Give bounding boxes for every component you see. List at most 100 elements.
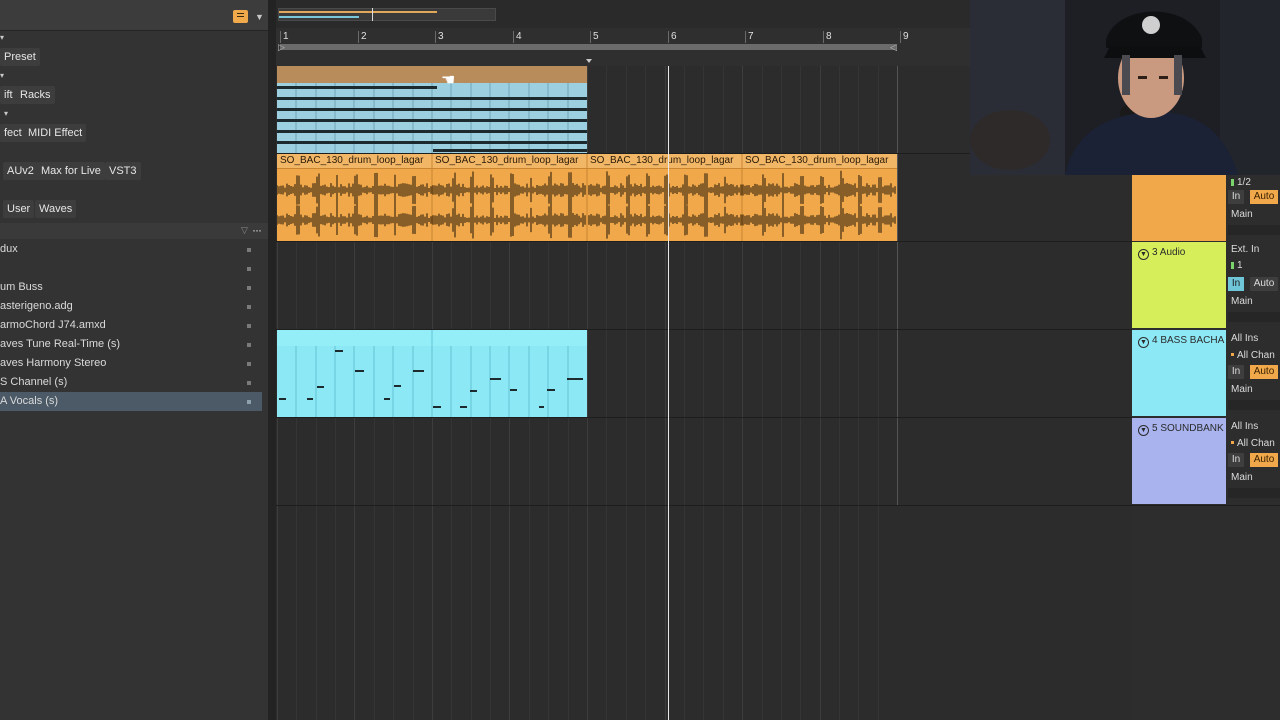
webcam-overlay xyxy=(970,0,1280,175)
input-channel-select[interactable]: All Chan xyxy=(1228,348,1280,363)
hotswap-dot-icon xyxy=(247,362,251,366)
tag-auv2[interactable]: AUv2 xyxy=(3,162,38,180)
bar-number: 3 xyxy=(438,31,444,42)
monitor-auto-button[interactable]: Auto xyxy=(1250,277,1278,291)
overview-playhead xyxy=(372,8,373,21)
insert-marker-icon xyxy=(586,59,592,63)
input-channel-select[interactable]: All Chan xyxy=(1228,436,1280,451)
track-name: ▼ 5 SOUNDBANK xyxy=(1138,423,1224,436)
track-header-4[interactable]: ▼ 4 BASS BACHA xyxy=(1132,330,1226,416)
audio-clip-drum-loop[interactable]: SO_BAC_130_drum_loop_lagar SO_BAC_130_dr… xyxy=(277,154,897,241)
tag-audio-effect-partial[interactable]: fect xyxy=(0,124,26,142)
meter-icon xyxy=(1231,353,1234,356)
tag-racks[interactable]: Racks xyxy=(16,86,55,104)
list-item[interactable]: armoChord J74.amxd xyxy=(0,316,262,335)
monitor-in-button[interactable]: In xyxy=(1228,190,1244,204)
tag-user[interactable]: User xyxy=(3,200,35,218)
chevron-down-icon[interactable]: ▼ xyxy=(255,12,264,22)
tag-instrument-partial[interactable]: ift xyxy=(0,86,17,104)
bar-number: 1 xyxy=(283,31,289,42)
hotswap-dot-icon xyxy=(247,248,251,252)
list-item[interactable]: dux xyxy=(0,240,262,259)
monitor-in-button[interactable]: In xyxy=(1228,365,1244,379)
arrangement-overview[interactable] xyxy=(276,0,970,28)
expand-arrow-icon[interactable]: ▾ xyxy=(0,71,4,80)
output-select[interactable]: Main xyxy=(1228,470,1280,485)
list-item[interactable]: aves Harmony Stereo xyxy=(0,354,262,373)
tag-max-for-live[interactable]: Max for Live xyxy=(37,162,105,180)
browser-panel: ▼ ▾ Preset ▾ ift Racks ▾ fect MIDI Effec… xyxy=(0,0,268,720)
tag-vst3[interactable]: VST3 xyxy=(105,162,141,180)
playhead xyxy=(668,66,669,720)
loop-end-icon[interactable]: ◁ xyxy=(890,42,897,53)
track-lane-3[interactable] xyxy=(276,242,1132,330)
monitor-auto-button[interactable]: Auto xyxy=(1250,365,1278,379)
loop-brace[interactable] xyxy=(280,44,896,50)
clip-notes xyxy=(279,330,583,417)
more-options-icon[interactable]: ··· xyxy=(252,223,262,237)
output-sub-select[interactable] xyxy=(1228,225,1280,235)
bar-number: 2 xyxy=(361,31,367,42)
input-type-select[interactable]: Ext. In xyxy=(1228,242,1280,257)
bar-tick xyxy=(668,31,669,43)
sort-icon[interactable]: ▽ xyxy=(241,225,248,236)
overview-clip-strip xyxy=(279,11,437,13)
input-type-select[interactable]: All Ins xyxy=(1228,419,1280,434)
monitor-in-button[interactable]: In xyxy=(1228,277,1244,291)
list-item[interactable]: asterigeno.adg xyxy=(0,297,262,316)
track-header-2[interactable] xyxy=(1132,175,1226,241)
panel-divider[interactable] xyxy=(268,0,276,720)
output-sub-select[interactable] xyxy=(1228,400,1280,410)
fold-toggle-icon[interactable]: ▼ xyxy=(1138,249,1149,260)
bar-tick xyxy=(435,31,436,43)
track-header-3[interactable]: ▼ 3 Audio xyxy=(1132,242,1226,328)
input-channel-select[interactable]: 1/2 xyxy=(1228,175,1280,190)
input-type-select[interactable]: All Ins xyxy=(1228,331,1280,346)
monitor-auto-button[interactable]: Auto xyxy=(1250,190,1278,204)
list-item[interactable]: aves Tune Real-Time (s) xyxy=(0,335,262,354)
loop-start-icon[interactable]: ▷ xyxy=(278,42,285,53)
clip-notes xyxy=(277,83,587,153)
bar-number: 8 xyxy=(826,31,832,42)
bar-number: 4 xyxy=(516,31,522,42)
hotswap-dot-icon xyxy=(247,381,251,385)
monitor-in-button[interactable]: In xyxy=(1228,453,1244,467)
output-select[interactable]: Main xyxy=(1228,294,1280,309)
input-channel-select[interactable]: 1 xyxy=(1228,260,1280,272)
midi-clip-bass[interactable] xyxy=(277,330,587,417)
hotswap-dot-icon xyxy=(247,343,251,347)
tag-preset[interactable]: Preset xyxy=(0,48,40,66)
browser-toolbar: ▼ xyxy=(0,0,268,31)
expand-arrow-icon[interactable]: ▾ xyxy=(4,109,8,118)
output-select[interactable]: Main xyxy=(1228,382,1280,397)
list-item[interactable]: um Buss xyxy=(0,278,262,297)
list-item[interactable]: S Channel (s) xyxy=(0,373,262,392)
overview-zoom-region[interactable] xyxy=(278,8,496,21)
meter-icon xyxy=(1231,179,1234,186)
tag-midi-effect[interactable]: MIDI Effect xyxy=(24,124,87,142)
output-sub-select[interactable] xyxy=(1228,488,1280,498)
fold-toggle-icon[interactable]: ▼ xyxy=(1138,425,1149,436)
bar-number: 9 xyxy=(903,31,909,42)
tag-waves[interactable]: Waves xyxy=(35,200,77,218)
filter-icon[interactable] xyxy=(233,10,248,23)
bar-number: 7 xyxy=(748,31,754,42)
list-item[interactable] xyxy=(0,259,262,278)
monitor-auto-button[interactable]: Auto xyxy=(1250,453,1278,467)
bar-tick xyxy=(745,31,746,43)
fold-toggle-icon[interactable]: ▼ xyxy=(1138,337,1149,348)
track-header-5[interactable]: ▼ 5 SOUNDBANK xyxy=(1132,418,1226,504)
track-separator xyxy=(1132,505,1280,506)
expand-arrow-icon[interactable]: ▾ xyxy=(0,33,4,42)
track-name: ▼ 3 Audio xyxy=(1138,247,1185,260)
output-sub-select[interactable] xyxy=(1228,312,1280,322)
midi-clip-track-1[interactable] xyxy=(277,66,587,153)
list-item-selected[interactable]: A Vocals (s) xyxy=(0,392,262,411)
output-select[interactable]: Main xyxy=(1228,207,1280,222)
hand-cursor-icon: ☚ xyxy=(441,72,456,89)
clip-waveform xyxy=(277,154,896,241)
browser-list-header: ▽ ··· xyxy=(0,223,268,239)
track-lane-5[interactable] xyxy=(276,418,1132,506)
bar-number: 6 xyxy=(671,31,677,42)
bar-tick xyxy=(823,31,824,43)
